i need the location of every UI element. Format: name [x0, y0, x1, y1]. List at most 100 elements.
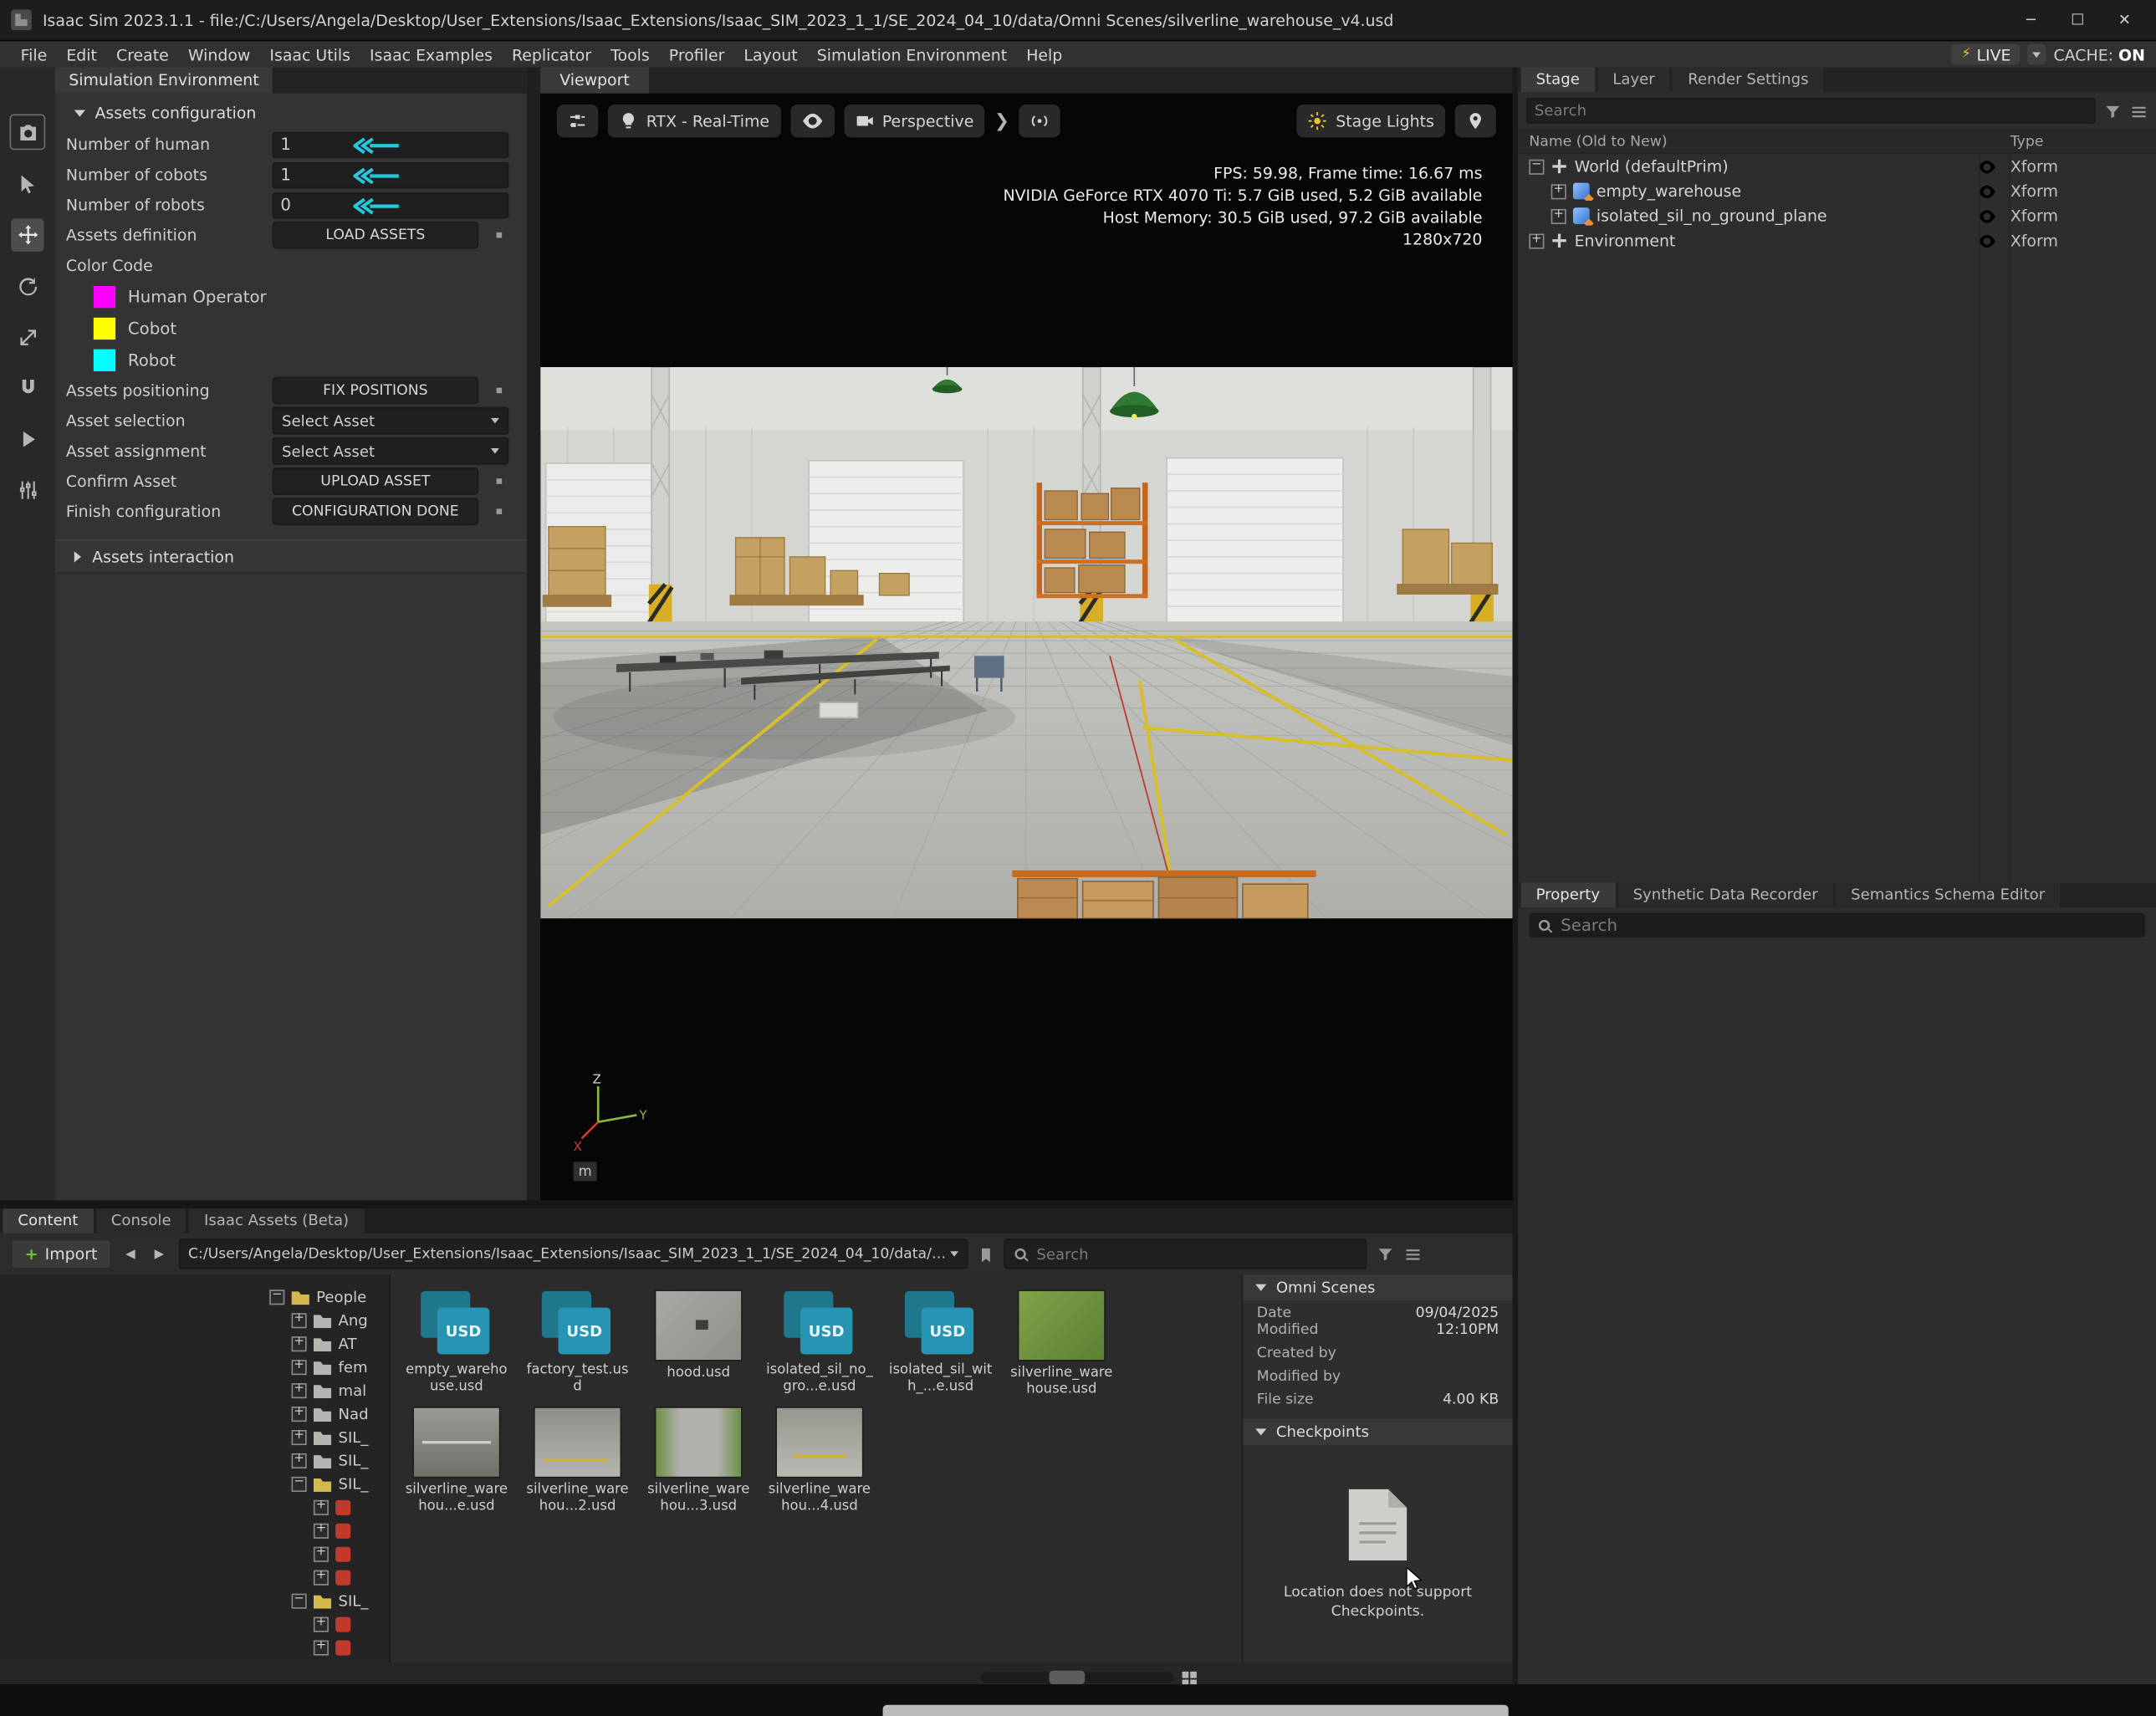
stage-lights-button[interactable]: Stage Lights: [1297, 105, 1445, 137]
content-tab[interactable]: Isaac Assets (Beta): [189, 1208, 364, 1233]
stage-search[interactable]: [1526, 98, 2096, 124]
tree-item[interactable]: + fem: [0, 1356, 389, 1379]
assets-interaction-header[interactable]: Assets interaction: [55, 539, 527, 574]
upload-asset-button[interactable]: UPLOAD ASSET: [273, 467, 479, 495]
live-badge[interactable]: ⚡ LIVE: [1952, 44, 2021, 65]
expander-icon[interactable]: +: [292, 1336, 307, 1351]
tree-item[interactable]: + SIL_: [0, 1426, 389, 1449]
expander-icon[interactable]: +: [314, 1524, 329, 1539]
visibility-options-button[interactable]: [790, 105, 835, 137]
reset-dot-icon[interactable]: [497, 388, 503, 394]
menu-item[interactable]: Tools: [601, 43, 660, 65]
file-item[interactable]: USD hood.usd: [638, 1285, 759, 1402]
toolbar-expand-chevron-icon[interactable]: ❯: [994, 110, 1009, 131]
tree-item[interactable]: − SIL_: [0, 1590, 389, 1613]
viewport[interactable]: RTX - Real-Time Perspective ❯: [540, 94, 1512, 1201]
expander-icon[interactable]: +: [292, 1430, 307, 1445]
location-pin-button[interactable]: [1455, 105, 1496, 137]
path-bar[interactable]: C:/Users/Angela/Desktop/User_Extensions/…: [178, 1238, 968, 1269]
move-tool-icon[interactable]: [11, 218, 43, 251]
menu-item[interactable]: Window: [178, 43, 260, 65]
tree-item[interactable]: + AT: [0, 1332, 389, 1356]
property-search-input[interactable]: [1561, 916, 2137, 935]
menu-item[interactable]: Simulation Environment: [807, 43, 1016, 65]
tree-item[interactable]: + Nad: [0, 1402, 389, 1426]
stage-row[interactable]: + Environment Xform: [1518, 228, 2156, 253]
expander-icon[interactable]: +: [1551, 184, 1566, 199]
expander-icon[interactable]: +: [292, 1453, 307, 1468]
content-search-input[interactable]: [1036, 1245, 1356, 1263]
menu-item[interactable]: Isaac Utils: [260, 43, 360, 65]
menu-item[interactable]: File: [11, 43, 57, 65]
file-item[interactable]: USD silverline_warehou...4.usd: [759, 1402, 881, 1519]
bookmark-icon[interactable]: [978, 1244, 994, 1264]
content-tab[interactable]: Console: [96, 1208, 186, 1233]
visibility-toggle[interactable]: [1972, 233, 2002, 248]
number-input[interactable]: 1: [273, 131, 509, 157]
property-tab[interactable]: Property: [1520, 883, 1615, 908]
stage-options-icon[interactable]: [2130, 101, 2148, 120]
filter-icon[interactable]: [2104, 101, 2122, 120]
tree-item[interactable]: + SIL_: [0, 1449, 389, 1473]
stage-row[interactable]: − World (defaultPrim) Xform: [1518, 154, 2156, 179]
expander-icon[interactable]: +: [292, 1313, 307, 1328]
asset-selection-dropdown[interactable]: Select Asset: [273, 407, 509, 435]
camera-dropdown[interactable]: Perspective: [844, 105, 985, 137]
expander-icon[interactable]: +: [1551, 208, 1566, 223]
visibility-toggle[interactable]: [1972, 184, 2002, 199]
menu-item[interactable]: Layout: [734, 43, 807, 65]
drag-arrow-icon[interactable]: [354, 137, 401, 158]
file-item[interactable]: USD empty_warehouse.usd: [396, 1285, 518, 1402]
file-item[interactable]: USD silverline_warehou...3.usd: [638, 1402, 759, 1519]
number-input[interactable]: 1: [273, 161, 509, 187]
column-divider[interactable]: [1979, 154, 1980, 882]
tree-item[interactable]: +: [0, 1637, 389, 1660]
content-tab[interactable]: Content: [3, 1208, 93, 1233]
file-item[interactable]: USD silverline_warehou...2.usd: [517, 1402, 638, 1519]
menu-item[interactable]: Profiler: [659, 43, 734, 65]
file-item[interactable]: USD factory_test.usd: [517, 1285, 638, 1402]
expander-icon[interactable]: −: [292, 1594, 307, 1609]
expander-icon[interactable]: +: [314, 1641, 329, 1656]
maximize-button[interactable]: ☐: [2057, 11, 2098, 28]
property-tab[interactable]: Semantics Schema Editor: [1836, 883, 2060, 908]
tree-item[interactable]: + mal: [0, 1379, 389, 1402]
snap-tool-icon[interactable]: [11, 371, 43, 404]
expander-icon[interactable]: +: [292, 1383, 307, 1398]
rotate-tool-icon[interactable]: [11, 269, 43, 302]
expander-icon[interactable]: −: [292, 1477, 307, 1492]
file-item[interactable]: USD silverline_warehouse.usd: [1001, 1285, 1122, 1402]
tree-item[interactable]: − SIL_: [0, 1473, 389, 1496]
fix-positions-button[interactable]: FIX POSITIONS: [273, 377, 479, 405]
expander-icon[interactable]: +: [292, 1360, 307, 1375]
file-item[interactable]: USD silverline_warehou...e.usd: [396, 1402, 518, 1519]
live-dropdown[interactable]: [2027, 44, 2046, 65]
tab-simulation-environment[interactable]: Simulation Environment: [55, 68, 273, 94]
tree-item[interactable]: +: [0, 1496, 389, 1519]
checkpoints-section-header[interactable]: Checkpoints: [1243, 1419, 1512, 1445]
tree-item[interactable]: +: [0, 1613, 389, 1637]
play-tool-icon[interactable]: [11, 422, 43, 455]
file-item[interactable]: USD isolated_sil_no_gro...e.usd: [759, 1285, 881, 1402]
expander-icon[interactable]: −: [1529, 159, 1544, 174]
assets-configuration-header[interactable]: Assets configuration: [55, 96, 527, 129]
tree-item[interactable]: + Ang: [0, 1309, 389, 1332]
stage-row[interactable]: + isolated_sil_no_ground_plane Xform: [1518, 203, 2156, 228]
configuration-done-button[interactable]: CONFIGURATION DONE: [273, 498, 479, 525]
expander-icon[interactable]: +: [1529, 233, 1544, 248]
column-divider[interactable]: [2009, 154, 2010, 882]
stage-tab[interactable]: Render Settings: [1673, 68, 1824, 93]
expander-icon[interactable]: +: [314, 1570, 329, 1586]
menu-item[interactable]: Edit: [57, 43, 107, 65]
expander-icon[interactable]: −: [269, 1290, 284, 1305]
menu-item[interactable]: Help: [1017, 43, 1072, 65]
icon-size-slider[interactable]: [980, 1672, 1173, 1683]
nav-forward-button[interactable]: ▸: [150, 1243, 169, 1264]
stage-tab[interactable]: Layer: [1597, 68, 1670, 93]
screenshot-tool-icon[interactable]: [10, 114, 46, 150]
viewport-options-button[interactable]: [557, 105, 598, 137]
close-button[interactable]: ✕: [2104, 11, 2145, 28]
waypoint-record-button[interactable]: [1019, 105, 1060, 137]
omni-scenes-section-header[interactable]: Omni Scenes: [1243, 1274, 1512, 1300]
tree-item[interactable]: +: [0, 1543, 389, 1566]
